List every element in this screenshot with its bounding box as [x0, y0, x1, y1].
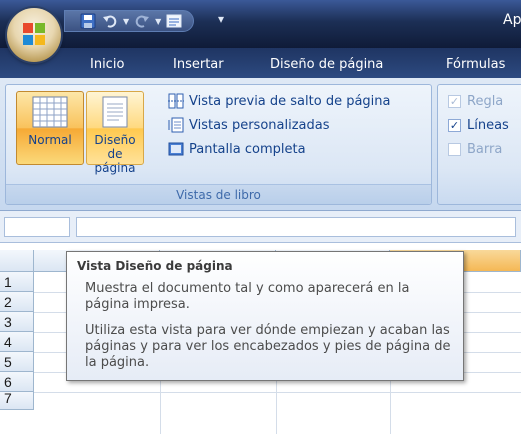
vistas-personalizadas-button[interactable]: Vistas personalizadas	[168, 115, 330, 135]
barra-checkbox[interactable]: Barra	[448, 139, 502, 159]
normal-view-label: Normal	[28, 133, 72, 147]
tab-inicio[interactable]: Inicio	[80, 54, 134, 78]
name-box[interactable]	[4, 217, 70, 237]
customize-qat-icon[interactable]: ▾	[218, 12, 224, 26]
office-logo-icon	[23, 23, 45, 45]
select-all-corner[interactable]	[0, 250, 34, 272]
redo-icon[interactable]	[133, 13, 151, 29]
normal-view-icon	[32, 96, 68, 128]
diseno-de-pagina-button[interactable]: Diseño de página	[86, 91, 144, 175]
vistas-personalizadas-label: Vistas personalizadas	[189, 117, 330, 133]
vistas-de-libro-group: Normal Diseño de página Vista previa de …	[5, 84, 432, 205]
row-header[interactable]: 7	[0, 391, 34, 410]
formula-bar	[0, 211, 521, 243]
pantalla-completa-label: Pantalla completa	[189, 141, 306, 157]
office-button[interactable]	[7, 8, 61, 62]
page-break-preview-icon	[168, 93, 184, 109]
row-header[interactable]: 3	[0, 312, 34, 332]
grid-line	[34, 392, 521, 393]
custom-views-icon	[168, 117, 184, 133]
save-icon[interactable]	[79, 13, 97, 29]
tab-diseno-de-pagina[interactable]: Diseño de página	[260, 54, 393, 78]
barra-label: Barra	[467, 141, 503, 157]
ribbon: Normal Diseño de página Vista previa de …	[0, 78, 521, 211]
ribbon-tabs: Inicio Insertar Diseño de página Fórmula…	[0, 48, 521, 78]
undo-icon[interactable]	[101, 13, 119, 29]
lineas-label: Líneas	[467, 117, 509, 133]
vistas-de-libro-group-label: Vistas de libro	[6, 184, 431, 204]
diseno-label-line2: de página	[94, 147, 136, 175]
tab-formulas[interactable]: Fórmulas	[436, 54, 515, 78]
redo-dropdown-icon[interactable]: ▼	[155, 17, 161, 26]
row-header[interactable]: 5	[0, 352, 34, 372]
regla-check-icon: ✓	[448, 94, 461, 108]
barra-check-box	[448, 142, 461, 156]
row-header[interactable]: 2	[0, 292, 34, 312]
undo-dropdown-icon[interactable]: ▼	[123, 17, 129, 26]
diseno-label-line1: Diseño	[94, 133, 136, 147]
quick-access-toolbar: ▼ ▼	[64, 10, 195, 32]
vista-previa-salto-button[interactable]: Vista previa de salto de página	[168, 91, 391, 111]
tab-insertar[interactable]: Insertar	[163, 54, 234, 78]
lineas-check-icon: ✓	[448, 118, 461, 132]
mostrar-group: ✓ Regla ✓ Líneas Barra	[437, 84, 521, 205]
tooltip-title: Vista Diseño de página	[77, 259, 233, 273]
lineas-checkbox[interactable]: ✓ Líneas	[448, 115, 509, 135]
diseno-de-pagina-tooltip: Vista Diseño de página Muestra el docume…	[66, 251, 464, 381]
window-title: Ap	[503, 12, 521, 28]
title-bar: ▼ ▼ ▾ Ap	[0, 0, 521, 48]
tooltip-paragraph-1: Muestra el documento tal y como aparecer…	[85, 281, 410, 312]
view-toggle-icon[interactable]	[165, 13, 183, 29]
tooltip-paragraph-2: Utiliza esta vista para ver dónde empiez…	[85, 323, 451, 370]
row-header[interactable]: 4	[0, 332, 34, 352]
full-screen-icon	[168, 142, 184, 156]
regla-label: Regla	[467, 93, 504, 109]
formula-input[interactable]	[76, 217, 516, 237]
page-layout-icon	[102, 96, 128, 128]
normal-view-button[interactable]: Normal	[16, 91, 84, 165]
row-header[interactable]: 1	[0, 272, 34, 292]
row-header[interactable]: 6	[0, 372, 34, 392]
regla-checkbox[interactable]: ✓ Regla	[448, 91, 503, 111]
pantalla-completa-button[interactable]: Pantalla completa	[168, 139, 306, 159]
vista-previa-label: Vista previa de salto de página	[189, 93, 391, 109]
